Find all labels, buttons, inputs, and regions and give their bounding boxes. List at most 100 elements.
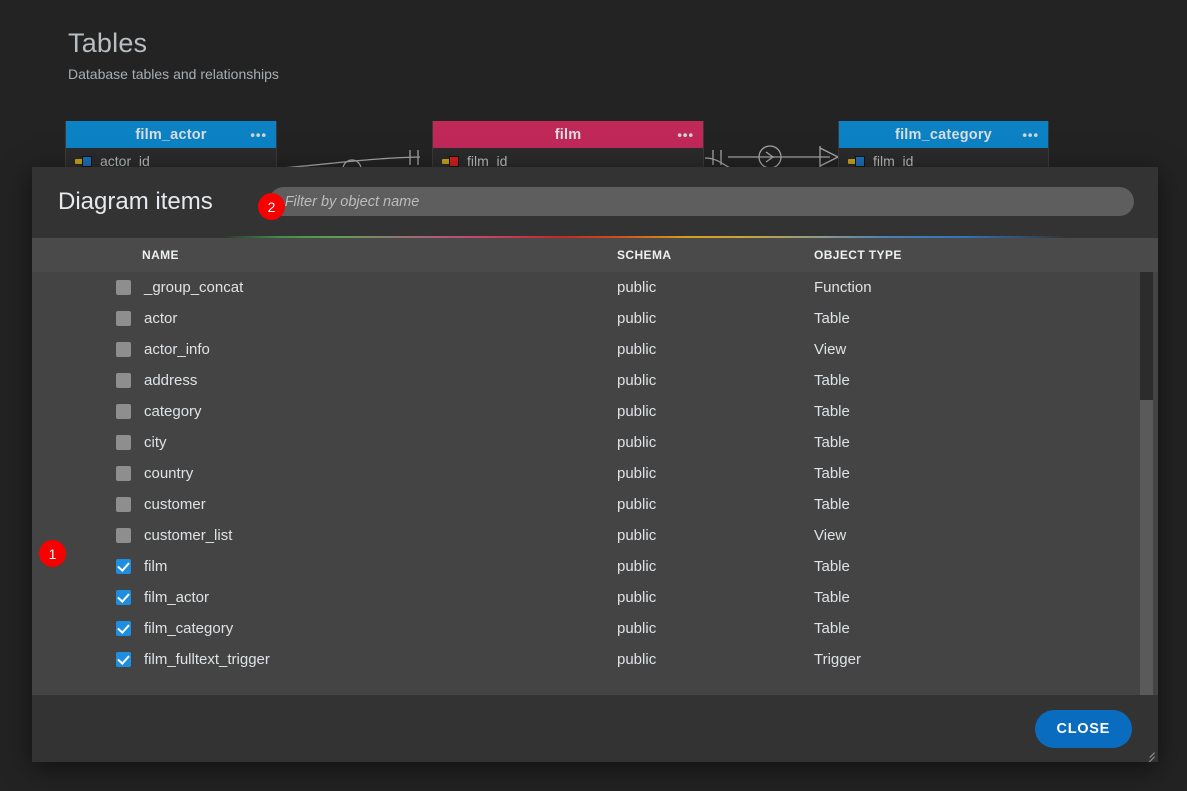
cell-object-type: Table xyxy=(814,496,850,513)
cell-name: film_fulltext_trigger xyxy=(32,651,617,668)
primary-key-icon xyxy=(75,155,92,167)
dialog-header: Diagram items xyxy=(32,167,1158,236)
cell-schema: public xyxy=(617,558,657,575)
object-name-label: film xyxy=(144,558,168,575)
table-row[interactable]: film_category public Table xyxy=(32,613,1140,644)
object-name-label: actor xyxy=(144,310,178,327)
object-name-label: actor_info xyxy=(144,341,210,358)
object-name-label: country xyxy=(144,465,194,482)
row-checkbox[interactable] xyxy=(116,466,131,481)
row-checkbox[interactable] xyxy=(116,497,131,512)
object-name-label: category xyxy=(144,403,202,420)
table-row[interactable]: customer_list public View xyxy=(32,520,1140,551)
object-name-label: customer xyxy=(144,496,206,513)
column-header-schema[interactable]: SCHEMA xyxy=(617,248,814,262)
cell-name: customer xyxy=(32,496,617,513)
cell-object-type: View xyxy=(814,341,847,358)
row-checkbox[interactable] xyxy=(116,652,131,667)
cell-object-type: Table xyxy=(814,434,850,451)
column-header-name[interactable]: NAME xyxy=(32,248,617,262)
cell-object-type: Table xyxy=(814,372,850,389)
cell-object-type: Table xyxy=(814,310,850,327)
cell-schema: public xyxy=(617,651,657,668)
erd-node-title-label: film xyxy=(554,126,582,143)
table-row[interactable]: address public Table xyxy=(32,365,1140,396)
column-header-object-type[interactable]: OBJECT TYPE xyxy=(814,248,1128,262)
cell-name: film_category xyxy=(32,620,617,637)
table-row[interactable]: city public Table xyxy=(32,427,1140,458)
table-row[interactable]: film public Table xyxy=(32,551,1140,582)
object-name-label: _group_concat xyxy=(144,279,244,296)
row-checkbox[interactable] xyxy=(116,404,131,419)
row-checkbox[interactable] xyxy=(116,435,131,450)
resize-handle-icon[interactable] xyxy=(1142,746,1155,762)
cell-name: customer_list xyxy=(32,527,617,544)
cell-object-type: Function xyxy=(814,279,872,296)
row-checkbox[interactable] xyxy=(116,559,131,574)
erd-node-title[interactable]: film_category ••• xyxy=(839,121,1048,148)
filter-input[interactable] xyxy=(268,187,1134,216)
app-root: Tables Database tables and relationships… xyxy=(0,0,1187,791)
table-row[interactable]: category public Table xyxy=(32,396,1140,427)
object-name-label: film_category xyxy=(144,620,234,637)
row-checkbox[interactable] xyxy=(116,342,131,357)
table-row[interactable]: actor public Table xyxy=(32,303,1140,334)
cell-name: actor xyxy=(32,310,617,327)
erd-node-title[interactable]: film ••• xyxy=(433,121,703,148)
erd-node-title-label: film_actor xyxy=(135,126,207,143)
row-checkbox[interactable] xyxy=(116,373,131,388)
cell-schema: public xyxy=(617,434,657,451)
dialog-title: Diagram items xyxy=(58,187,213,215)
table-row[interactable]: actor_info public View xyxy=(32,334,1140,365)
annotation-badge-2: 2 xyxy=(258,193,285,220)
filter-field-wrap xyxy=(268,187,1134,216)
object-name-label: customer_list xyxy=(144,527,233,544)
cell-object-type: Table xyxy=(814,465,850,482)
cell-name: city xyxy=(32,434,617,451)
table-row[interactable]: customer public Table xyxy=(32,489,1140,520)
ellipsis-icon[interactable]: ••• xyxy=(250,128,267,141)
object-name-label: film_fulltext_trigger xyxy=(144,651,270,668)
row-checkbox[interactable] xyxy=(116,280,131,295)
cell-schema: public xyxy=(617,589,657,606)
cell-object-type: Table xyxy=(814,558,850,575)
primary-key-icon xyxy=(442,155,459,167)
object-name-label: address xyxy=(144,372,198,389)
cell-object-type: Table xyxy=(814,620,850,637)
cell-schema: public xyxy=(617,279,657,296)
erd-node-title[interactable]: film_actor ••• xyxy=(66,121,276,148)
scrollbar-thumb[interactable] xyxy=(1140,400,1153,695)
cell-name: actor_info xyxy=(32,341,617,358)
cell-schema: public xyxy=(617,310,657,327)
cell-name: address xyxy=(32,372,617,389)
row-checkbox[interactable] xyxy=(116,621,131,636)
diagram-items-dialog: Diagram items NAME SCHEMA OBJECT TYPE _g… xyxy=(32,167,1158,762)
cell-object-type: Table xyxy=(814,403,850,420)
cell-name: film_actor xyxy=(32,589,617,606)
cell-name: country xyxy=(32,465,617,482)
table-header-row: NAME SCHEMA OBJECT TYPE xyxy=(32,238,1158,272)
table-body: _group_concat public Function actor public Ta… xyxy=(32,272,1158,695)
table-row[interactable]: country public Table xyxy=(32,458,1140,489)
row-checkbox[interactable] xyxy=(116,590,131,605)
table-row[interactable]: film_fulltext_trigger public Trigger xyxy=(32,644,1140,675)
cell-schema: public xyxy=(617,527,657,544)
cell-schema: public xyxy=(617,620,657,637)
erd-node-title-label: film_category xyxy=(895,126,992,143)
dialog-footer: CLOSE xyxy=(32,695,1158,762)
table-row[interactable]: film_actor public Table xyxy=(32,582,1140,613)
ellipsis-icon[interactable]: ••• xyxy=(1022,128,1039,141)
ellipsis-icon[interactable]: ••• xyxy=(677,128,694,141)
cell-schema: public xyxy=(617,465,657,482)
object-name-label: film_actor xyxy=(144,589,210,606)
object-name-label: city xyxy=(144,434,167,451)
cell-schema: public xyxy=(617,496,657,513)
table-row[interactable]: _group_concat public Function xyxy=(32,272,1140,303)
cell-object-type: View xyxy=(814,527,847,544)
cell-object-type: Table xyxy=(814,589,850,606)
cell-name: _group_concat xyxy=(32,279,617,296)
cell-schema: public xyxy=(617,372,657,389)
row-checkbox[interactable] xyxy=(116,311,131,326)
row-checkbox[interactable] xyxy=(116,528,131,543)
close-button[interactable]: CLOSE xyxy=(1034,709,1132,748)
